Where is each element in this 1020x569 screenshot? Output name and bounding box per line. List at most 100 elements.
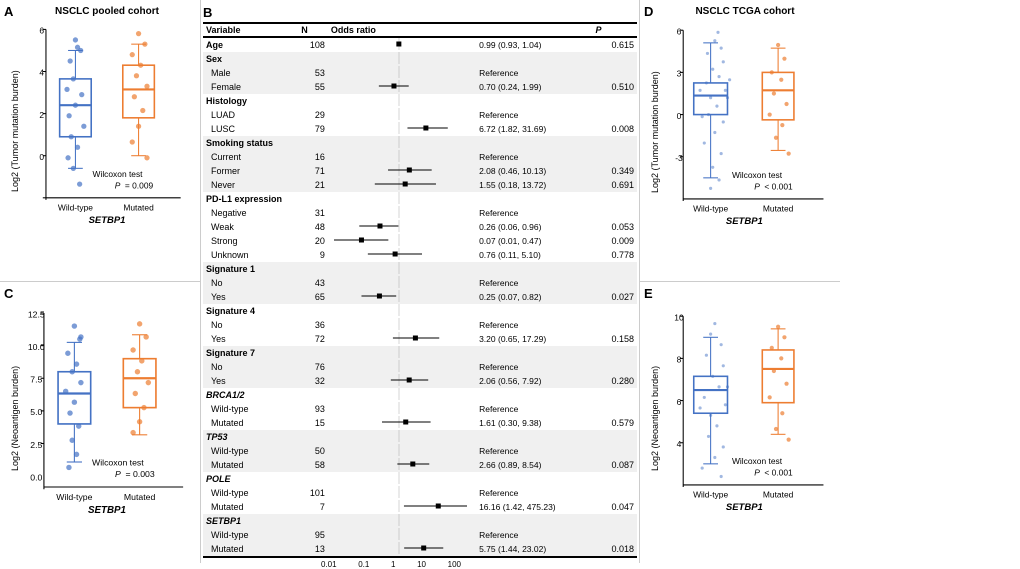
forest-ci: 2.06 (0.56, 7.92) <box>476 374 592 388</box>
forest-variable: Mutated <box>203 542 298 557</box>
forest-or-svg <box>334 66 469 78</box>
forest-or-svg <box>334 248 469 260</box>
panel-A: A NSCLC pooled cohort Log2 (Tumor mutati… <box>0 0 200 282</box>
forest-ci <box>476 192 592 206</box>
main-container: A NSCLC pooled cohort Log2 (Tumor mutati… <box>0 0 1020 563</box>
forest-pvalue <box>593 528 637 542</box>
forest-plot-cell <box>328 80 476 94</box>
forest-plot-cell <box>328 136 476 150</box>
forest-pvalue <box>593 108 637 122</box>
forest-or-svg <box>334 500 469 512</box>
svg-text:7.5: 7.5 <box>30 375 42 385</box>
forest-or-svg <box>334 528 469 540</box>
table-row: Negative31Reference <box>203 206 637 220</box>
forest-pvalue: 0.018 <box>593 542 637 557</box>
forest-ci: Reference <box>476 276 592 290</box>
forest-pvalue: 0.615 <box>593 37 637 52</box>
forest-ci: 1.55 (0.18, 13.72) <box>476 178 592 192</box>
forest-or-svg <box>334 458 469 470</box>
forest-or-svg <box>334 402 469 414</box>
forest-n <box>298 192 328 206</box>
forest-plot-cell <box>328 528 476 542</box>
forest-n: 79 <box>298 122 328 136</box>
forest-pvalue: 0.053 <box>593 220 637 234</box>
forest-variable: TP53 <box>203 430 298 444</box>
table-row: No43Reference <box>203 276 637 290</box>
forest-plot-cell <box>328 37 476 52</box>
forest-n: 48 <box>298 220 328 234</box>
svg-text:0: 0 <box>677 111 682 121</box>
forest-plot-cell <box>328 388 476 402</box>
forest-plot-cell <box>328 248 476 262</box>
forest-ci: Reference <box>476 206 592 220</box>
forest-variable: No <box>203 318 298 332</box>
table-row: Yes650.25 (0.07, 0.82)0.027 <box>203 290 637 304</box>
svg-text:10.0: 10.0 <box>28 342 45 352</box>
table-row: TP53 <box>203 430 637 444</box>
svg-text:4: 4 <box>677 439 682 449</box>
svg-text:3: 3 <box>677 69 682 79</box>
table-row: Sex <box>203 52 637 66</box>
table-row: Smoking status <box>203 136 637 150</box>
forest-n <box>298 430 328 444</box>
panel-E-yaxis: Log2 (Neoantigen burden) <box>646 290 660 547</box>
forest-n <box>298 304 328 318</box>
forest-or-svg <box>334 332 469 344</box>
forest-plot-cell <box>328 514 476 528</box>
forest-n <box>298 94 328 108</box>
forest-plot-cell <box>328 444 476 458</box>
forest-plot-cell <box>328 206 476 220</box>
forest-ci <box>476 136 592 150</box>
panel-C-yaxis: Log2 (Neoantigen burden) <box>6 290 20 547</box>
forest-pvalue <box>593 150 637 164</box>
forest-plot-cell <box>328 402 476 416</box>
svg-text:SETBP1: SETBP1 <box>88 505 126 516</box>
forest-or-svg <box>334 122 469 134</box>
table-row: Mutated151.61 (0.30, 9.38)0.579 <box>203 416 637 430</box>
forest-pvalue <box>593 430 637 444</box>
forest-pvalue <box>593 402 637 416</box>
forest-variable: Sex <box>203 52 298 66</box>
forest-pvalue <box>593 346 637 360</box>
forest-plot-cell <box>328 472 476 486</box>
forest-pvalue: 0.510 <box>593 80 637 94</box>
table-row: Histology <box>203 94 637 108</box>
forest-n <box>298 472 328 486</box>
table-row: Signature 4 <box>203 304 637 318</box>
forest-variable: Yes <box>203 374 298 388</box>
forest-or-svg <box>334 80 469 92</box>
forest-or-svg <box>334 514 469 526</box>
forest-n: 21 <box>298 178 328 192</box>
forest-pvalue <box>593 360 637 374</box>
svg-text:6: 6 <box>677 397 682 407</box>
panel-D-plot: 6 3 0 -3 <box>660 21 834 244</box>
forest-n: 93 <box>298 402 328 416</box>
table-row: Female550.70 (0.24, 1.99)0.510 <box>203 80 637 94</box>
table-row: POLE <box>203 472 637 486</box>
panel-E-plot: 10 8 6 4 <box>660 290 834 547</box>
svg-text:-3: -3 <box>675 153 683 163</box>
forest-or-svg <box>334 304 469 316</box>
forest-pvalue <box>593 486 637 500</box>
forest-n: 15 <box>298 416 328 430</box>
forest-ci: Reference <box>476 402 592 416</box>
forest-pvalue: 0.280 <box>593 374 637 388</box>
svg-text:Wilcoxon test: Wilcoxon test <box>732 170 783 180</box>
forest-n: 58 <box>298 458 328 472</box>
forest-pvalue <box>593 304 637 318</box>
forest-plot-cell <box>328 52 476 66</box>
forest-ci: 0.07 (0.01, 0.47) <box>476 234 592 248</box>
forest-variable: Female <box>203 80 298 94</box>
svg-text:0.0: 0.0 <box>30 472 42 482</box>
forest-plot-cell <box>328 416 476 430</box>
col-header-variable: Variable <box>203 23 298 37</box>
forest-variable: SETBP1 <box>203 514 298 528</box>
forest-ci: 2.66 (0.89, 8.54) <box>476 458 592 472</box>
forest-plot-cell <box>328 122 476 136</box>
forest-or-svg <box>334 486 469 498</box>
forest-variable: Never <box>203 178 298 192</box>
svg-text:SETBP1: SETBP1 <box>89 215 126 226</box>
table-row: SETBP1 <box>203 514 637 528</box>
forest-ci <box>476 262 592 276</box>
forest-pvalue <box>593 388 637 402</box>
